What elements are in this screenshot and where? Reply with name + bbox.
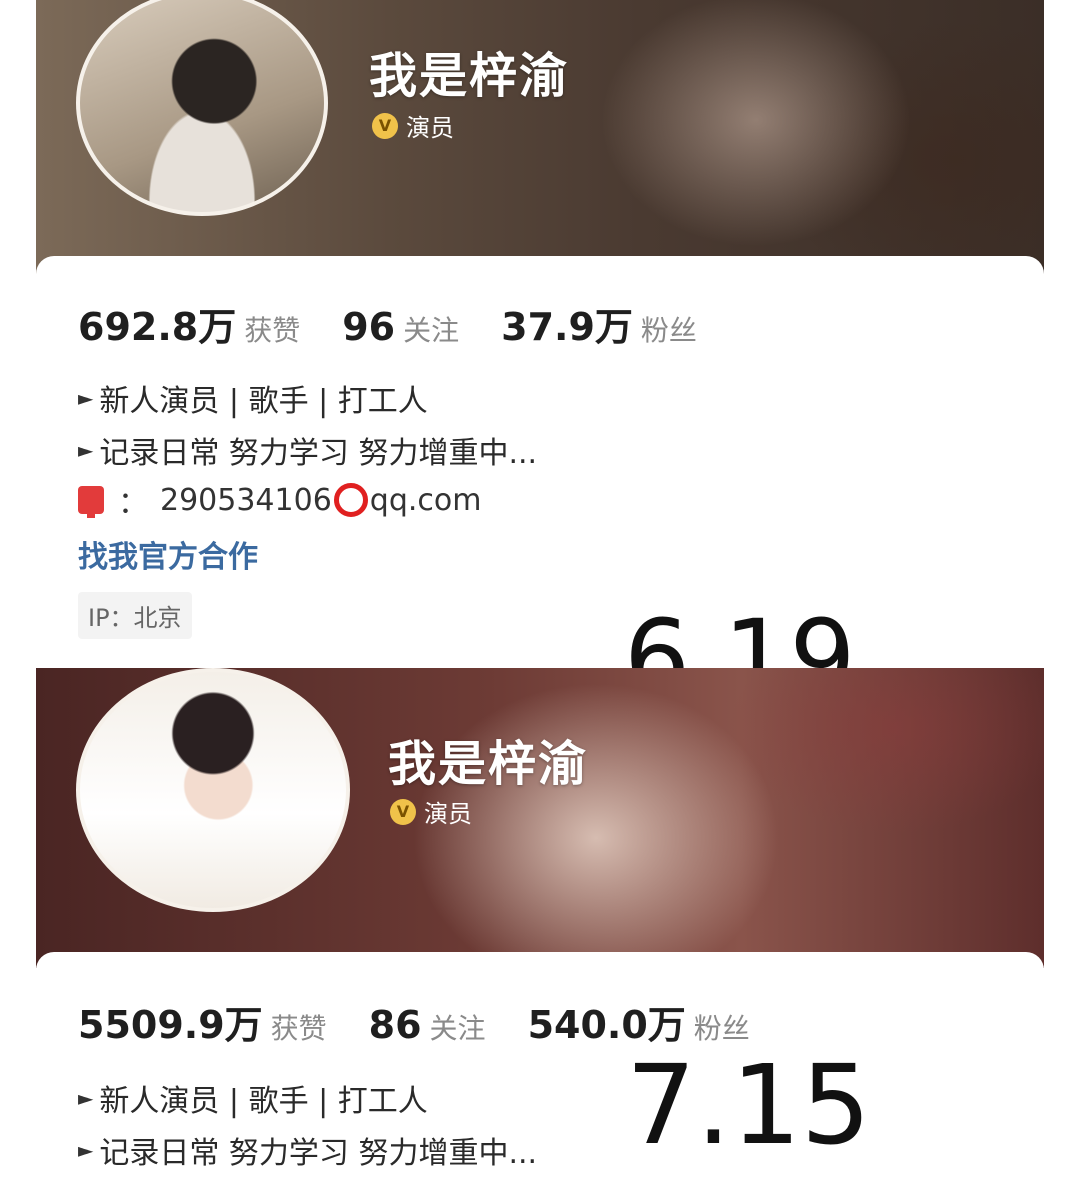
following-count: 96 — [342, 305, 396, 349]
avatar[interactable] — [76, 668, 350, 912]
v-badge-icon: V — [390, 798, 416, 825]
bio: ► 新人演员 | 歌手 | 打工人 ► 记录日常 努力学习 努力增重中... — [78, 1072, 537, 1176]
bio-text: 记录日常 努力学习 努力增重中... — [99, 1136, 538, 1171]
bio-line: ► 记录日常 努力学习 努力增重中... — [78, 424, 537, 476]
likes-count: 692.8万 — [78, 305, 237, 349]
likes-label: 获赞 — [270, 1012, 327, 1045]
following-label: 关注 — [429, 1012, 486, 1045]
profile-screenshot-2: 我是梓渝 V 演员 5509.9万 获赞 86 关注 540.0万 粉丝 ► 新… — [36, 668, 1044, 1191]
stats-row: 692.8万 获赞 96 关注 37.9万 粉丝 — [78, 296, 739, 351]
v-badge-icon: V — [372, 112, 398, 139]
bullet-triangle-icon: ► — [78, 438, 94, 462]
profile-name: 我是梓渝 — [369, 48, 570, 104]
bullet-triangle-icon: ► — [78, 1086, 94, 1110]
likes-count: 5509.9万 — [78, 1003, 263, 1047]
verified-label: 演员 — [406, 114, 454, 142]
likes-stat: 692.8万 获赞 — [78, 296, 300, 351]
email-domain: qq.com — [369, 482, 482, 518]
bio-text: 新人演员 | 歌手 | 打工人 — [99, 1084, 428, 1119]
following-stat[interactable]: 96 关注 — [342, 305, 459, 349]
profile-info-card: 692.8万 获赞 96 关注 37.9万 粉丝 ► 新人演员 | 歌手 | 打… — [36, 256, 1044, 668]
followers-stat[interactable]: 37.9万 粉丝 — [501, 296, 697, 351]
bio-line: ► 新人演员 | 歌手 | 打工人 — [78, 1072, 537, 1124]
likes-label: 获赞 — [244, 314, 301, 347]
ip-location: IP：北京 — [78, 592, 192, 639]
following-stat[interactable]: 86 关注 — [369, 1003, 486, 1047]
circle-mark-icon — [333, 483, 368, 517]
email-user: 290534106 — [160, 482, 332, 518]
cooperation-link[interactable]: 找我官方合作 — [78, 532, 258, 576]
bullet-triangle-icon: ► — [78, 1138, 94, 1162]
avatar[interactable] — [76, 0, 328, 216]
likes-stat: 5509.9万 获赞 — [78, 994, 327, 1049]
followers-label: 粉丝 — [640, 314, 697, 347]
following-count: 86 — [368, 1003, 422, 1047]
date-overlay: 6.19 — [624, 597, 856, 668]
bio-line: ► 新人演员 | 歌手 | 打工人 — [78, 372, 537, 424]
bio-text: 新人演员 | 歌手 | 打工人 — [99, 384, 428, 419]
profile-screenshot-1: 我是梓渝 V 演员 692.8万 获赞 96 关注 37.9万 粉丝 ► 新人演… — [36, 0, 1044, 668]
bio-line: ► 记录日常 努力学习 努力增重中... — [78, 1124, 537, 1176]
bio: ► 新人演员 | 歌手 | 打工人 ► 记录日常 努力学习 努力增重中... — [78, 372, 537, 476]
verified-badge: V 演员 — [372, 108, 454, 143]
followers-count: 37.9万 — [501, 305, 633, 349]
verified-badge: V 演员 — [390, 794, 472, 829]
bullet-triangle-icon: ► — [78, 386, 94, 410]
following-label: 关注 — [403, 314, 460, 347]
bio-text: 记录日常 努力学习 努力增重中... — [99, 436, 538, 471]
profile-name: 我是梓渝 — [388, 736, 589, 792]
verified-label: 演员 — [424, 800, 472, 828]
email-separator: ： — [118, 486, 148, 521]
email-row[interactable]: ： 290534106 qq.com — [78, 478, 482, 522]
profile-info-card: 5509.9万 获赞 86 关注 540.0万 粉丝 ► 新人演员 | 歌手 |… — [36, 952, 1044, 1191]
date-overlay: 7.15 — [626, 1041, 871, 1169]
mail-icon — [78, 486, 104, 518]
